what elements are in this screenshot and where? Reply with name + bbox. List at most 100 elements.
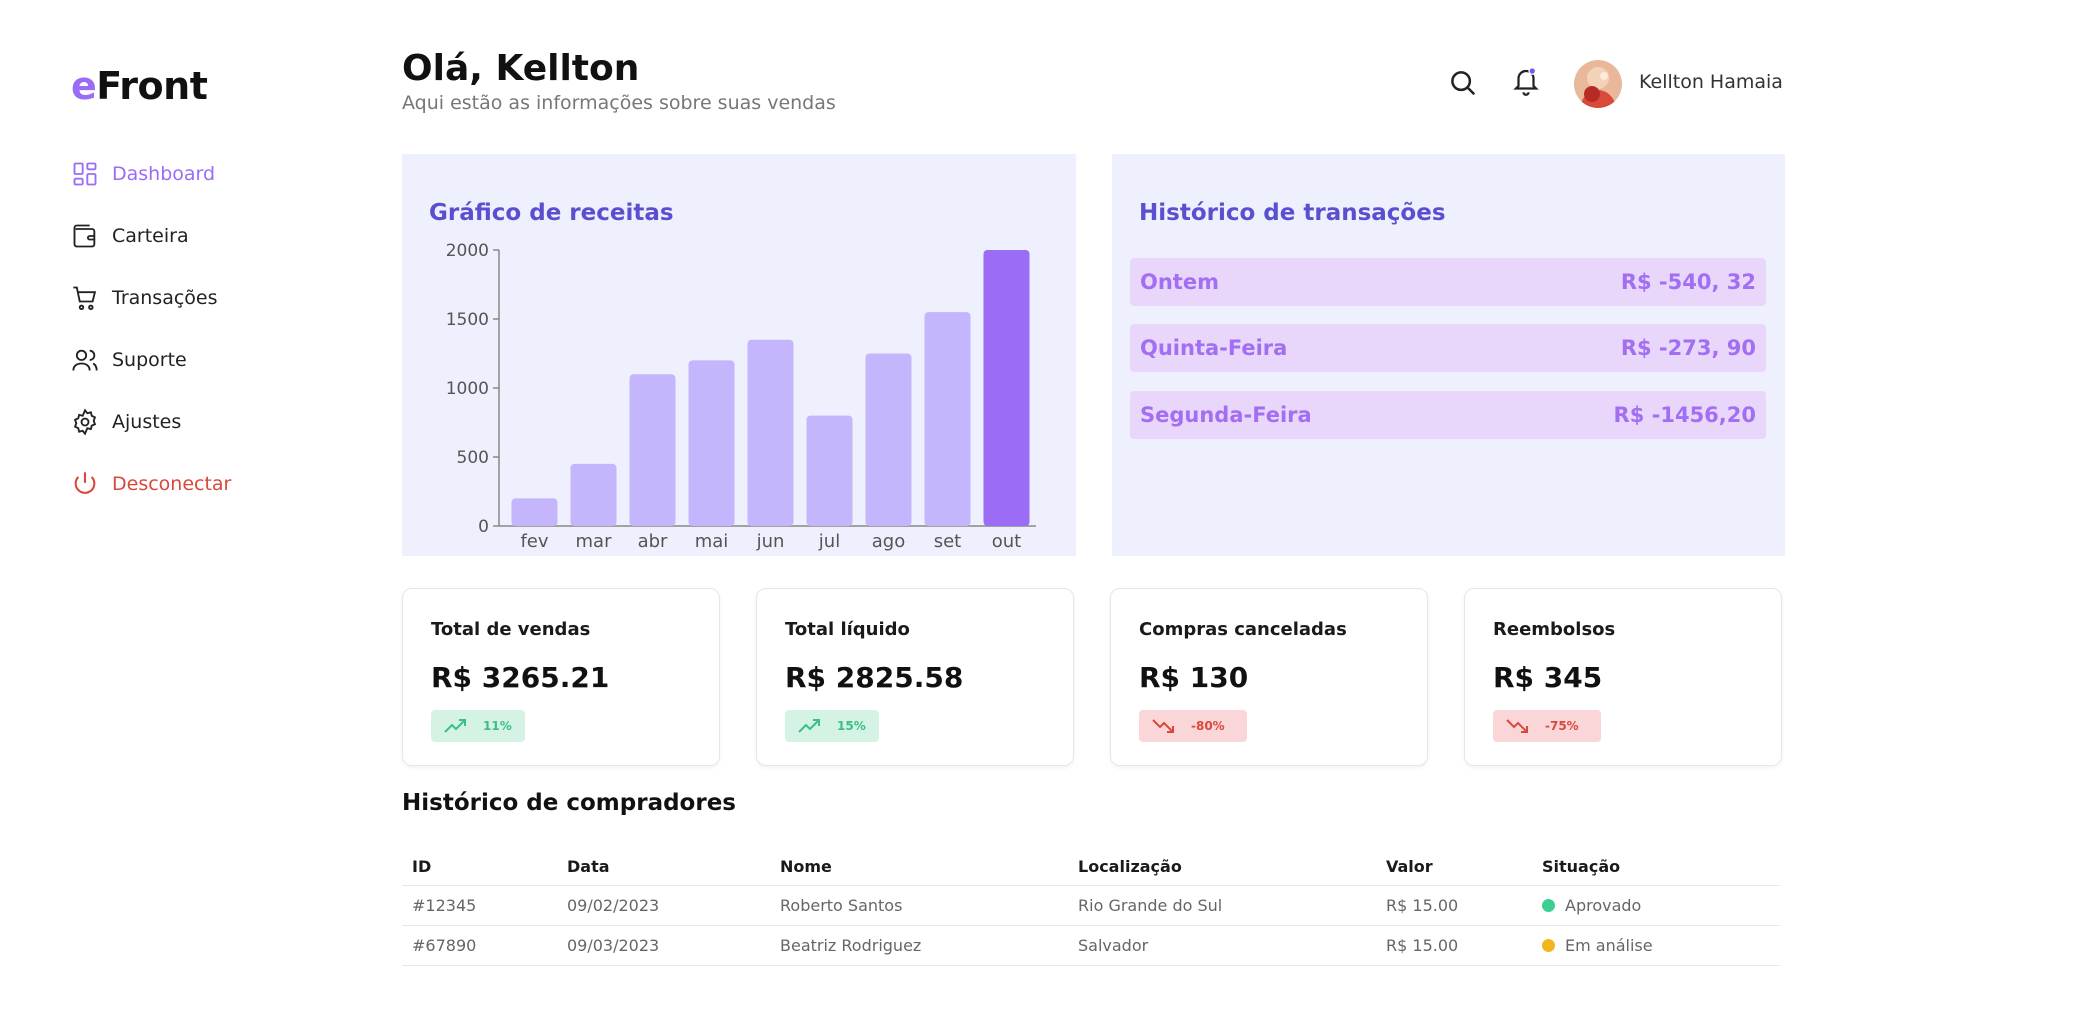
sidebar-item-label: Transações — [112, 287, 218, 309]
stat-card-value: R$ 3265.21 — [431, 661, 610, 694]
bar — [806, 415, 853, 526]
sidebar-item-desconectar[interactable]: Desconectar — [71, 453, 371, 515]
revenue-chart: 0 500 1000 1500 2000 fev mar abr mai jun jul ago set… — [446, 241, 1036, 552]
revenue-chart-panel: Gráfico de receitas 0 500 1000 1500 2000 fev m… — [402, 154, 1076, 556]
status-dot — [1542, 899, 1555, 912]
table-row[interactable]: #12345 09/02/2023 Roberto Santos Rio Gra… — [402, 886, 1780, 926]
buyers-table: ID Data Nome Localização Valor Situação … — [402, 848, 1780, 966]
column-header-situacao[interactable]: Situação — [1542, 848, 1620, 885]
x-tick-label: jun — [756, 531, 785, 552]
cell-date: 09/02/2023 — [567, 896, 660, 915]
sidebar-item-label: Ajustes — [112, 411, 182, 433]
transaction-label: Segunda-Feira — [1140, 403, 1312, 427]
bell-icon[interactable] — [1511, 66, 1541, 96]
x-tick-label: jul — [818, 531, 840, 552]
trend-percent: -80% — [1191, 719, 1225, 733]
column-header-nome[interactable]: Nome — [780, 848, 832, 885]
x-tick-label: fev — [520, 531, 548, 552]
stat-card-title: Total líquido — [785, 619, 910, 640]
sidebar-item-label: Desconectar — [112, 473, 232, 495]
stat-card-title: Reembolsos — [1493, 619, 1616, 640]
x-tick-label: mai — [695, 531, 729, 552]
stat-card-total-liquido: Total líquido R$ 2825.58 15% — [756, 588, 1074, 766]
column-header-data[interactable]: Data — [567, 848, 610, 885]
x-tick-label: abr — [638, 531, 668, 552]
cell-id: #12345 — [412, 896, 477, 915]
trend-badge: -80% — [1139, 710, 1247, 742]
sidebar-item-carteira[interactable]: Carteira — [71, 205, 371, 267]
avatar[interactable] — [1574, 60, 1622, 108]
transaction-value: R$ -273, 90 — [1620, 336, 1756, 360]
trend-percent: -75% — [1545, 719, 1579, 733]
stat-card-title: Total de vendas — [431, 619, 591, 640]
status-label: Em análise — [1565, 936, 1653, 955]
sidebar-nav: Dashboard Carteira Transações Suporte Aj… — [71, 143, 371, 515]
transaction-row[interactable]: Segunda-Feira R$ -1456,20 — [1130, 391, 1766, 439]
trend-badge: 15% — [785, 710, 879, 742]
stat-card-value: R$ 130 — [1139, 661, 1249, 694]
bar — [511, 498, 558, 526]
transaction-value: R$ -540, 32 — [1620, 270, 1756, 294]
page-subtitle: Aqui estão as informações sobre suas ven… — [402, 92, 836, 114]
cell-date: 09/03/2023 — [567, 936, 660, 955]
sidebar-item-transacoes[interactable]: Transações — [71, 267, 371, 329]
column-header-id[interactable]: ID — [412, 848, 431, 885]
gear-icon — [73, 408, 97, 436]
x-tick-label: set — [934, 531, 962, 552]
transaction-label: Ontem — [1140, 270, 1219, 294]
stat-card-value: R$ 2825.58 — [785, 661, 964, 694]
trend-up-icon — [798, 719, 820, 733]
search-icon[interactable] — [1448, 68, 1478, 98]
transaction-value: R$ -1456,20 — [1613, 403, 1756, 427]
sidebar-item-label: Dashboard — [112, 163, 216, 185]
cell-value: R$ 15.00 — [1386, 896, 1459, 915]
transaction-row[interactable]: Ontem R$ -540, 32 — [1130, 258, 1766, 306]
sidebar-item-label: Suporte — [112, 349, 187, 371]
brand-logo-e: e — [71, 64, 97, 108]
bar — [983, 250, 1030, 526]
trend-percent: 15% — [837, 719, 866, 733]
y-tick-label: 0 — [478, 517, 489, 537]
trend-badge: -75% — [1493, 710, 1601, 742]
bar — [688, 360, 735, 526]
page-title: Olá, Kellton — [402, 48, 640, 89]
bar — [865, 353, 912, 526]
sidebar-item-label: Carteira — [112, 225, 189, 247]
stat-card-compras-canceladas: Compras canceladas R$ 130 -80% — [1110, 588, 1428, 766]
column-header-valor[interactable]: Valor — [1386, 848, 1433, 885]
stat-card-value: R$ 345 — [1493, 661, 1603, 694]
table-row[interactable]: #67890 09/03/2023 Beatriz Rodriguez Salv… — [402, 926, 1780, 966]
cell-value: R$ 15.00 — [1386, 936, 1459, 955]
y-tick-label: 2000 — [446, 241, 489, 261]
brand-logo[interactable]: eFront — [71, 64, 208, 108]
avatar-image — [1574, 60, 1622, 108]
trend-down-icon — [1506, 719, 1528, 733]
brand-logo-text: Front — [96, 64, 208, 108]
status-dot — [1542, 939, 1555, 952]
transaction-row[interactable]: Quinta-Feira R$ -273, 90 — [1130, 324, 1766, 372]
transaction-label: Quinta-Feira — [1140, 336, 1288, 360]
sidebar-item-ajustes[interactable]: Ajustes — [71, 391, 371, 453]
sidebar-item-suporte[interactable]: Suporte — [71, 329, 371, 391]
x-tick-label: mar — [576, 531, 613, 552]
stat-card-total-vendas: Total de vendas R$ 3265.21 11% — [402, 588, 720, 766]
cart-icon — [73, 286, 97, 311]
y-tick-label: 1000 — [446, 379, 489, 399]
trend-badge: 11% — [431, 710, 525, 742]
bar — [747, 339, 794, 526]
x-tick-label: ago — [872, 531, 905, 552]
bar — [570, 463, 617, 526]
user-name[interactable]: Kellton Hamaia — [1639, 71, 1783, 93]
stat-card-reembolsos: Reembolsos R$ 345 -75% — [1464, 588, 1782, 766]
y-tick-label: 500 — [457, 448, 489, 468]
stat-card-title: Compras canceladas — [1139, 619, 1347, 640]
dashboard-icon — [73, 162, 97, 186]
power-icon — [74, 472, 96, 494]
status-label: Aprovado — [1565, 896, 1642, 915]
sidebar-item-dashboard[interactable]: Dashboard — [71, 143, 371, 205]
buyers-section-title: Histórico de compradores — [402, 790, 736, 816]
trend-percent: 11% — [483, 719, 512, 733]
cell-id: #67890 — [412, 936, 477, 955]
column-header-localizacao[interactable]: Localização — [1078, 848, 1182, 885]
wallet-icon — [73, 224, 96, 248]
